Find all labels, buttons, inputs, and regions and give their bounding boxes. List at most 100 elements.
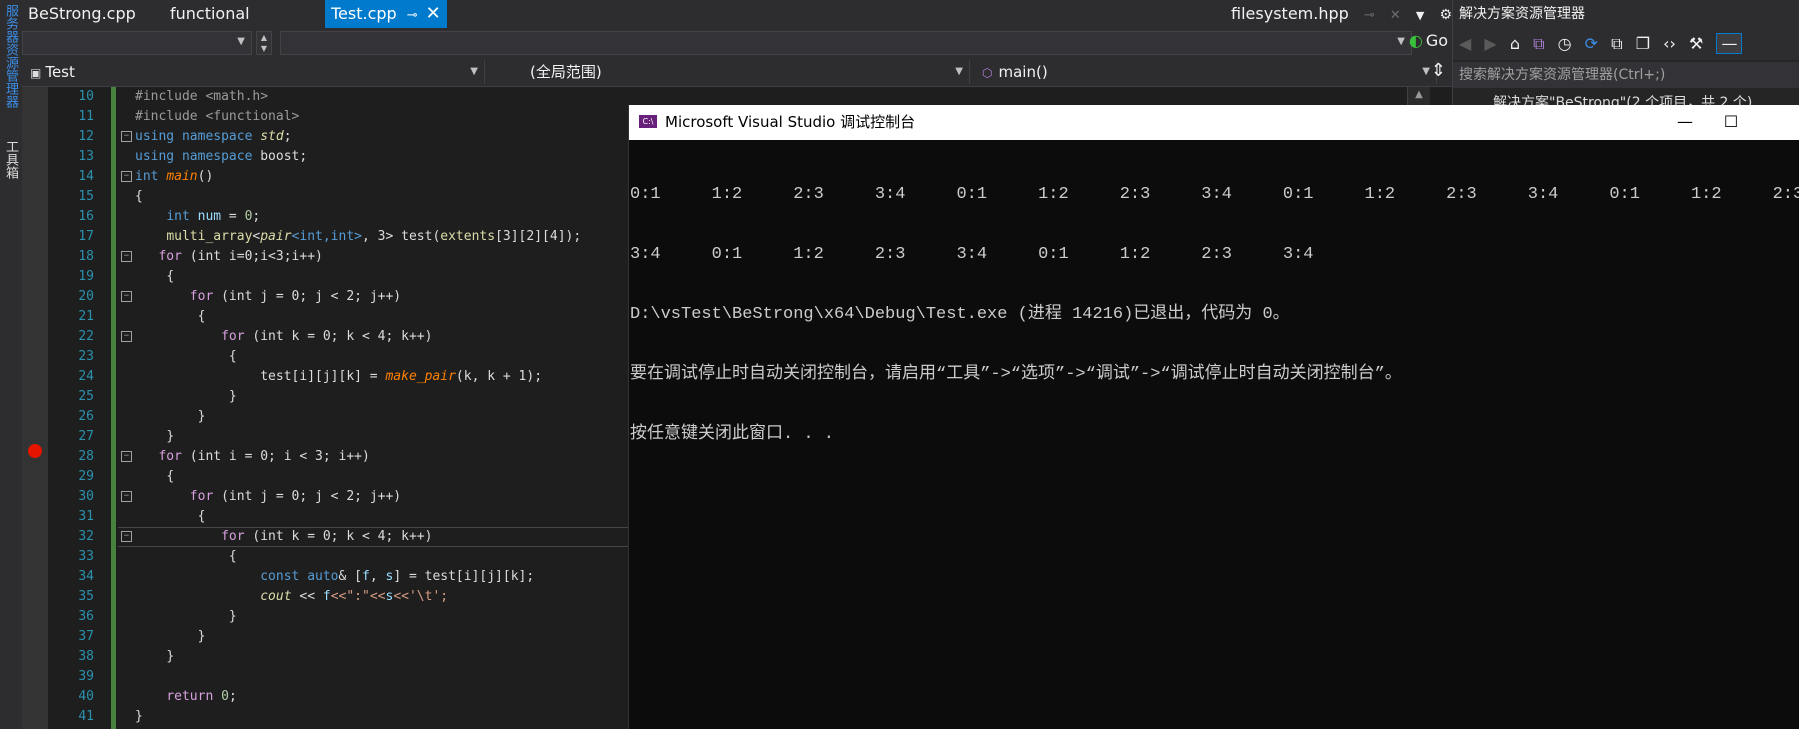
tab-test-cpp[interactable]: Test.cpp ⊸ ✕ <box>325 0 447 28</box>
toolbox-tab[interactable]: 工具箱 <box>2 140 18 179</box>
console-title: Microsoft Visual Studio 调试控制台 <box>665 113 916 131</box>
project-dropdown[interactable]: ▣ Test ▼ <box>24 60 485 84</box>
close-icon[interactable]: ✕ <box>1390 8 1401 23</box>
line-number: 35 <box>78 589 94 604</box>
code-text: num <box>197 209 222 224</box>
minimize-button[interactable]: — <box>1662 105 1708 138</box>
collapse-icon[interactable]: − <box>121 251 132 262</box>
tab-functional[interactable]: functional <box>164 0 256 28</box>
code-text: (int i=0;i<3;i++) <box>181 249 323 264</box>
secondary-toolbar: ▼ ▲ ▼ ▼ ◐ Go <box>22 28 1452 58</box>
line-number: 17 <box>78 229 94 244</box>
code-line: } <box>119 607 581 627</box>
vs-icon[interactable]: ⧉ <box>1533 34 1544 53</box>
code-text: ] = test[i][j][k]; <box>393 569 535 584</box>
tab-bestrong-cpp[interactable]: BeStrong.cpp <box>22 0 142 28</box>
back-icon[interactable]: ◀ <box>1459 34 1471 53</box>
gear-icon[interactable]: ⚙ <box>1439 7 1452 23</box>
code-line: − for (int i=0;i<3;i++) <box>119 247 581 267</box>
chevron-down-icon: ▼ <box>237 36 245 47</box>
code-text: #include <functional> <box>135 109 300 124</box>
chevron-down-icon[interactable]: ▼ <box>1416 9 1424 22</box>
collapse-icon[interactable]: − <box>121 451 132 462</box>
code-text: using namespace <box>135 149 261 164</box>
console-output: 0:1 1:2 2:3 3:4 0:1 1:2 2:3 3:4 0:1 1:2 … <box>629 140 1799 485</box>
tab-label: BeStrong.cpp <box>28 4 136 23</box>
solution-search-input[interactable]: 搜索解决方案资源管理器(Ctrl+;) <box>1453 62 1799 88</box>
target-combo[interactable]: ▼ <box>22 31 252 55</box>
code-line: int num = 0; <box>119 207 581 227</box>
code-line: − for (int k = 0; k < 4; k++) <box>119 327 581 347</box>
code-text: ; <box>299 149 308 164</box>
code-text: test[i][j][k] = <box>260 369 386 384</box>
search-combo[interactable]: ▼ <box>280 31 1412 55</box>
maximize-button[interactable]: ☐ <box>1708 105 1754 138</box>
collapse-icon[interactable]: − <box>121 291 132 302</box>
breakpoint-icon[interactable] <box>28 444 42 458</box>
code-text: } <box>166 429 175 444</box>
code-view-icon[interactable]: ‹› <box>1663 34 1676 53</box>
scope-dropdown[interactable]: (全局范围) ▼ <box>490 60 970 84</box>
collapse-all-icon[interactable]: ⧉ <box>1611 34 1622 53</box>
code-text: for <box>221 329 245 344</box>
forward-icon[interactable]: ▶ <box>1484 34 1496 53</box>
code-text: ; <box>252 209 261 224</box>
collapse-icon[interactable]: − <box>121 131 132 142</box>
code-text: () <box>197 169 214 184</box>
go-button[interactable]: ◐ Go <box>1409 31 1448 50</box>
sync-icon[interactable]: ⟳ <box>1585 34 1598 53</box>
code-text: return <box>166 689 222 704</box>
line-number: 26 <box>78 409 94 424</box>
collapse-icon[interactable]: − <box>121 531 132 542</box>
code-text: multi_array <box>166 229 253 244</box>
code-text: boost <box>260 149 300 164</box>
code-line: test[i][j][k] = make_pair(k, k + 1); <box>119 367 581 387</box>
line-number: 37 <box>78 629 94 644</box>
tab-label: functional <box>170 4 250 23</box>
code-line: } <box>119 427 581 447</box>
code-text: { <box>135 189 143 204</box>
code-text: { <box>197 509 206 524</box>
close-icon[interactable]: ✕ <box>426 3 441 24</box>
wrench-icon[interactable]: ⚒ <box>1689 34 1703 53</box>
navigation-bar: ▣ Test ▼ (全局范围) ▼ ⬡ main() ▼ ⇕ <box>22 58 1452 87</box>
code-line: } <box>119 647 581 667</box>
code-line: return 0; <box>119 687 581 707</box>
console-title-bar[interactable]: C:\ Microsoft Visual Studio 调试控制台 — ☐ <box>629 105 1799 140</box>
line-number: 38 <box>78 649 94 664</box>
line-number: 39 <box>78 669 94 684</box>
collapse-icon[interactable]: − <box>121 491 132 502</box>
code-text: main <box>166 169 198 184</box>
pin-icon[interactable]: — <box>1716 33 1743 54</box>
glyph-margin[interactable] <box>22 87 48 729</box>
collapse-icon[interactable]: − <box>121 171 132 182</box>
spin-buttons[interactable]: ▲ ▼ <box>256 31 272 55</box>
collapse-icon[interactable]: − <box>121 331 132 342</box>
code-text: #include <math.h> <box>135 89 269 104</box>
copy-icon[interactable]: ❐ <box>1636 34 1650 53</box>
scroll-up-icon[interactable]: ▲ <box>1408 87 1430 100</box>
code-text: for <box>221 529 245 544</box>
code-text: <<'\t'; <box>393 589 449 604</box>
code-text: } <box>197 409 206 424</box>
server-explorer-tab[interactable]: 服务器资源管理器 <box>2 4 18 108</box>
debug-console-window[interactable]: C:\ Microsoft Visual Studio 调试控制台 — ☐ 0:… <box>628 105 1799 729</box>
line-number: 36 <box>78 609 94 624</box>
tab-filesystem-hpp[interactable]: filesystem.hpp <box>1231 4 1349 23</box>
code-text: pair <box>260 229 292 244</box>
code-text: , 3> test( <box>362 229 441 244</box>
code-text: , <box>369 569 386 584</box>
split-window-icon[interactable]: ⇕ <box>1431 60 1446 81</box>
code-text: } <box>135 709 143 724</box>
home-icon[interactable]: ⌂ <box>1510 34 1520 53</box>
line-number: 22 <box>78 329 94 344</box>
code-line: #include <functional> <box>119 107 581 127</box>
history-icon[interactable]: ◷ <box>1558 34 1572 53</box>
code-line: − for (int j = 0; j < 2; j++) <box>119 487 581 507</box>
line-number: 15 <box>78 189 94 204</box>
pin-icon[interactable]: ⊸ <box>1364 8 1375 23</box>
pin-icon[interactable]: ⊸ <box>407 8 418 23</box>
line-number: 19 <box>78 269 94 284</box>
function-dropdown[interactable]: ⬡ main() ▼ <box>976 60 1437 84</box>
code-text: for <box>189 489 214 504</box>
